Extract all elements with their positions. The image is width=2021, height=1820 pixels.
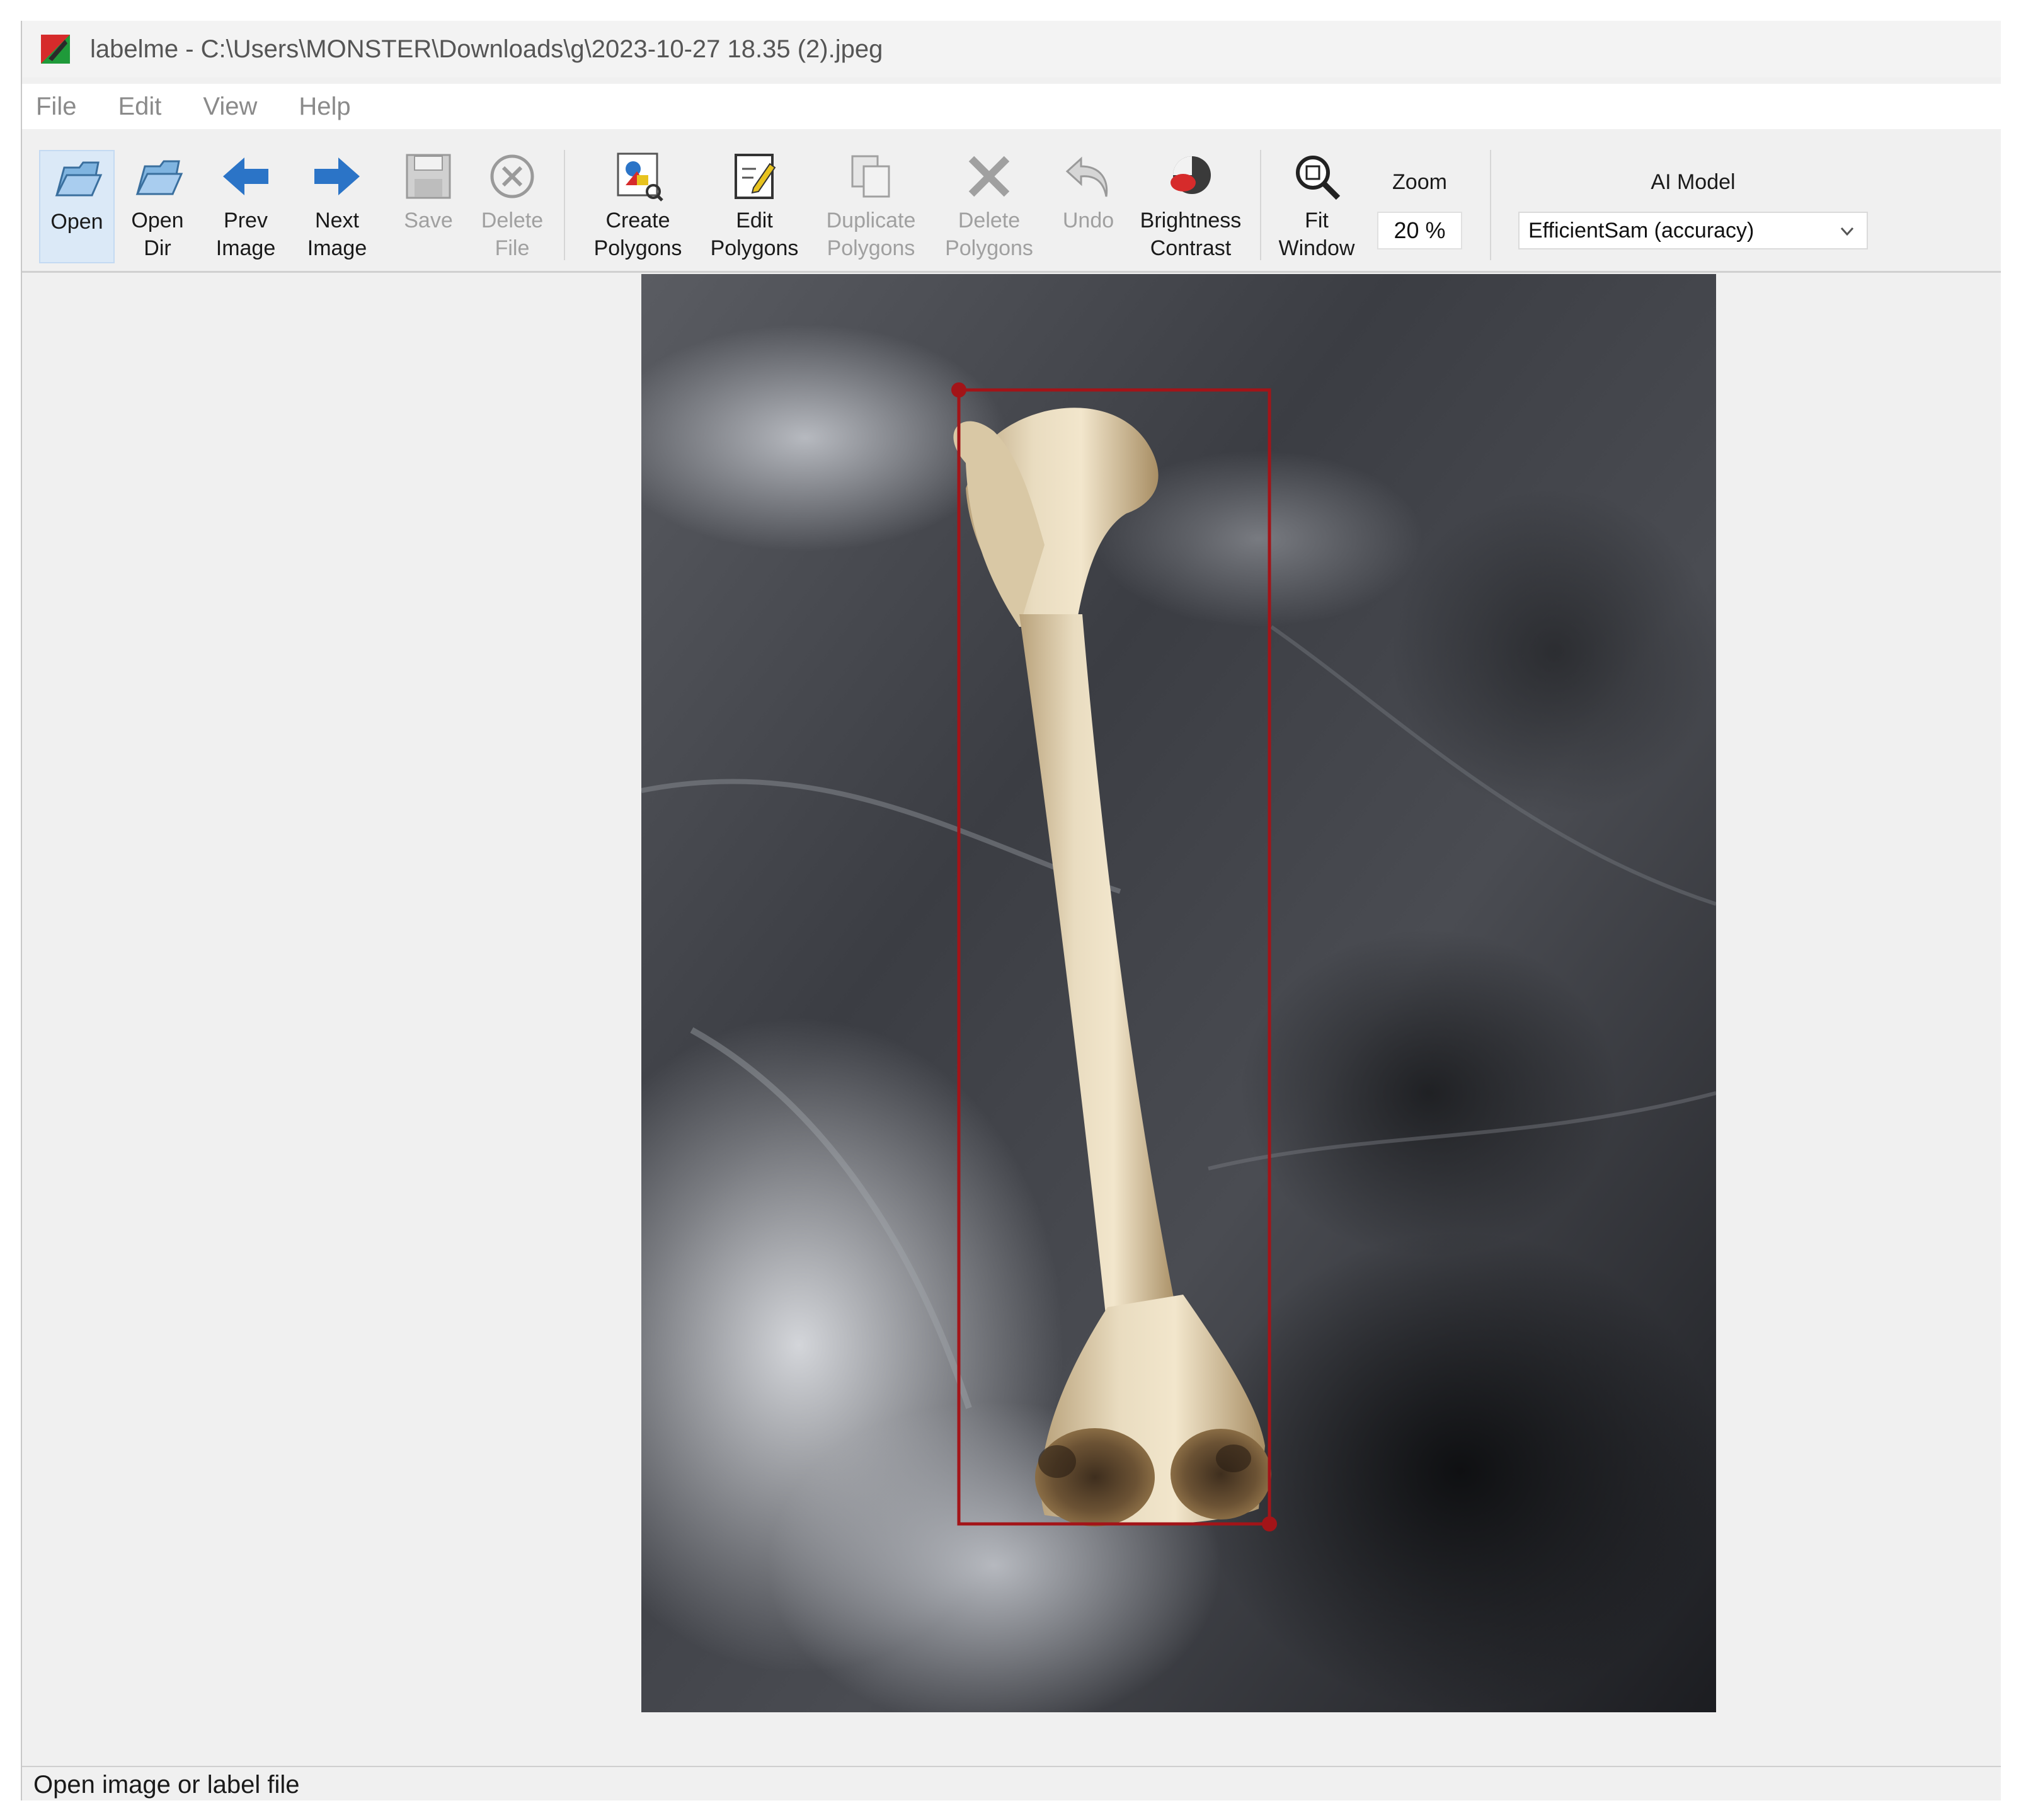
ai-model-label: AI Model (1651, 170, 1736, 194)
window-title: labelme - C:\Users\MONSTER\Downloads\g\2… (90, 35, 883, 63)
brightness-contrast-button[interactable]: Brightness Contrast (1134, 150, 1247, 263)
circle-x-icon (490, 154, 534, 198)
next-image-button[interactable]: Next Image (296, 150, 378, 263)
annotation-vertex-handle[interactable] (951, 382, 966, 398)
toolbar: Open Open Dir Prev Image Next Image Save… (22, 131, 2001, 273)
save-button[interactable]: Save (391, 150, 466, 263)
menu-help[interactable]: Help (299, 93, 350, 121)
polygon-create-icon (617, 152, 663, 202)
undo-arrow-icon (1065, 156, 1108, 197)
menu-bar: File Edit View Help (22, 84, 2001, 129)
folder-open-icon (135, 160, 183, 195)
labelme-screenshot: labelme - C:\Users\MONSTER\Downloads\g\2… (0, 0, 2021, 1820)
create-polygons-label: Create Polygons (593, 209, 682, 260)
edit-polygons-label: Edit Polygons (710, 209, 799, 260)
next-image-label: Next Image (307, 209, 367, 260)
toolbar-separator (1490, 150, 1491, 260)
edit-polygons-button[interactable]: Edit Polygons (702, 150, 806, 263)
polygon-edit-icon (734, 154, 776, 199)
menu-view[interactable]: View (203, 93, 257, 121)
floppy-icon (406, 154, 451, 199)
open-button[interactable]: Open (39, 150, 115, 263)
labelme-app-icon (41, 35, 70, 64)
fit-window-button[interactable]: Fit Window (1273, 150, 1361, 263)
folder-open-icon (55, 161, 103, 197)
image-canvas[interactable] (641, 274, 1716, 1712)
brightness-contrast-label: Brightness Contrast (1140, 209, 1242, 260)
zoom-input[interactable]: 20 % (1377, 212, 1462, 249)
delete-file-button[interactable]: Delete File (474, 150, 550, 263)
save-label: Save (404, 209, 453, 232)
delete-file-label: Delete File (481, 209, 544, 260)
x-cross-icon (968, 156, 1010, 197)
delete-polygons-button[interactable]: Delete Polygons (939, 150, 1039, 263)
ai-model-select[interactable]: EfficientSam (accuracy) (1518, 212, 1868, 249)
magnifier-icon (1296, 156, 1341, 200)
prev-image-label: Prev Image (215, 209, 276, 260)
annotation-vertex-handle[interactable] (1262, 1516, 1277, 1531)
open-label: Open (50, 210, 103, 234)
arrow-left-icon (223, 157, 268, 195)
undo-button[interactable]: Undo (1052, 150, 1125, 263)
ai-model-value: EfficientSam (accuracy) (1528, 219, 1755, 243)
prev-image-button[interactable]: Prev Image (205, 150, 287, 263)
toolbar-separator (564, 150, 565, 260)
menu-edit[interactable]: Edit (118, 93, 161, 121)
open-dir-button[interactable]: Open Dir (120, 150, 195, 263)
menu-file[interactable]: File (36, 93, 76, 121)
copy-icon (851, 155, 890, 198)
fit-window-label: Fit Window (1278, 209, 1355, 260)
duplicate-polygons-label: Duplicate Polygons (826, 209, 916, 260)
toolbar-separator (1260, 150, 1261, 260)
open-dir-label: Open Dir (131, 209, 184, 260)
undo-label: Undo (1062, 209, 1114, 232)
arrow-right-icon (314, 157, 360, 195)
chevron-down-icon (1840, 227, 1854, 236)
brightness-icon (1171, 156, 1211, 194)
zoom-label: Zoom (1392, 170, 1447, 194)
duplicate-polygons-button[interactable]: Duplicate Polygons (816, 150, 926, 263)
delete-polygons-label: Delete Polygons (945, 209, 1033, 260)
title-bar: labelme - C:\Users\MONSTER\Downloads\g\2… (22, 21, 2001, 77)
status-text: Open image or label file (33, 1771, 300, 1799)
status-bar: Open image or label file (22, 1766, 2001, 1800)
create-polygons-button[interactable]: Create Polygons (586, 150, 690, 263)
